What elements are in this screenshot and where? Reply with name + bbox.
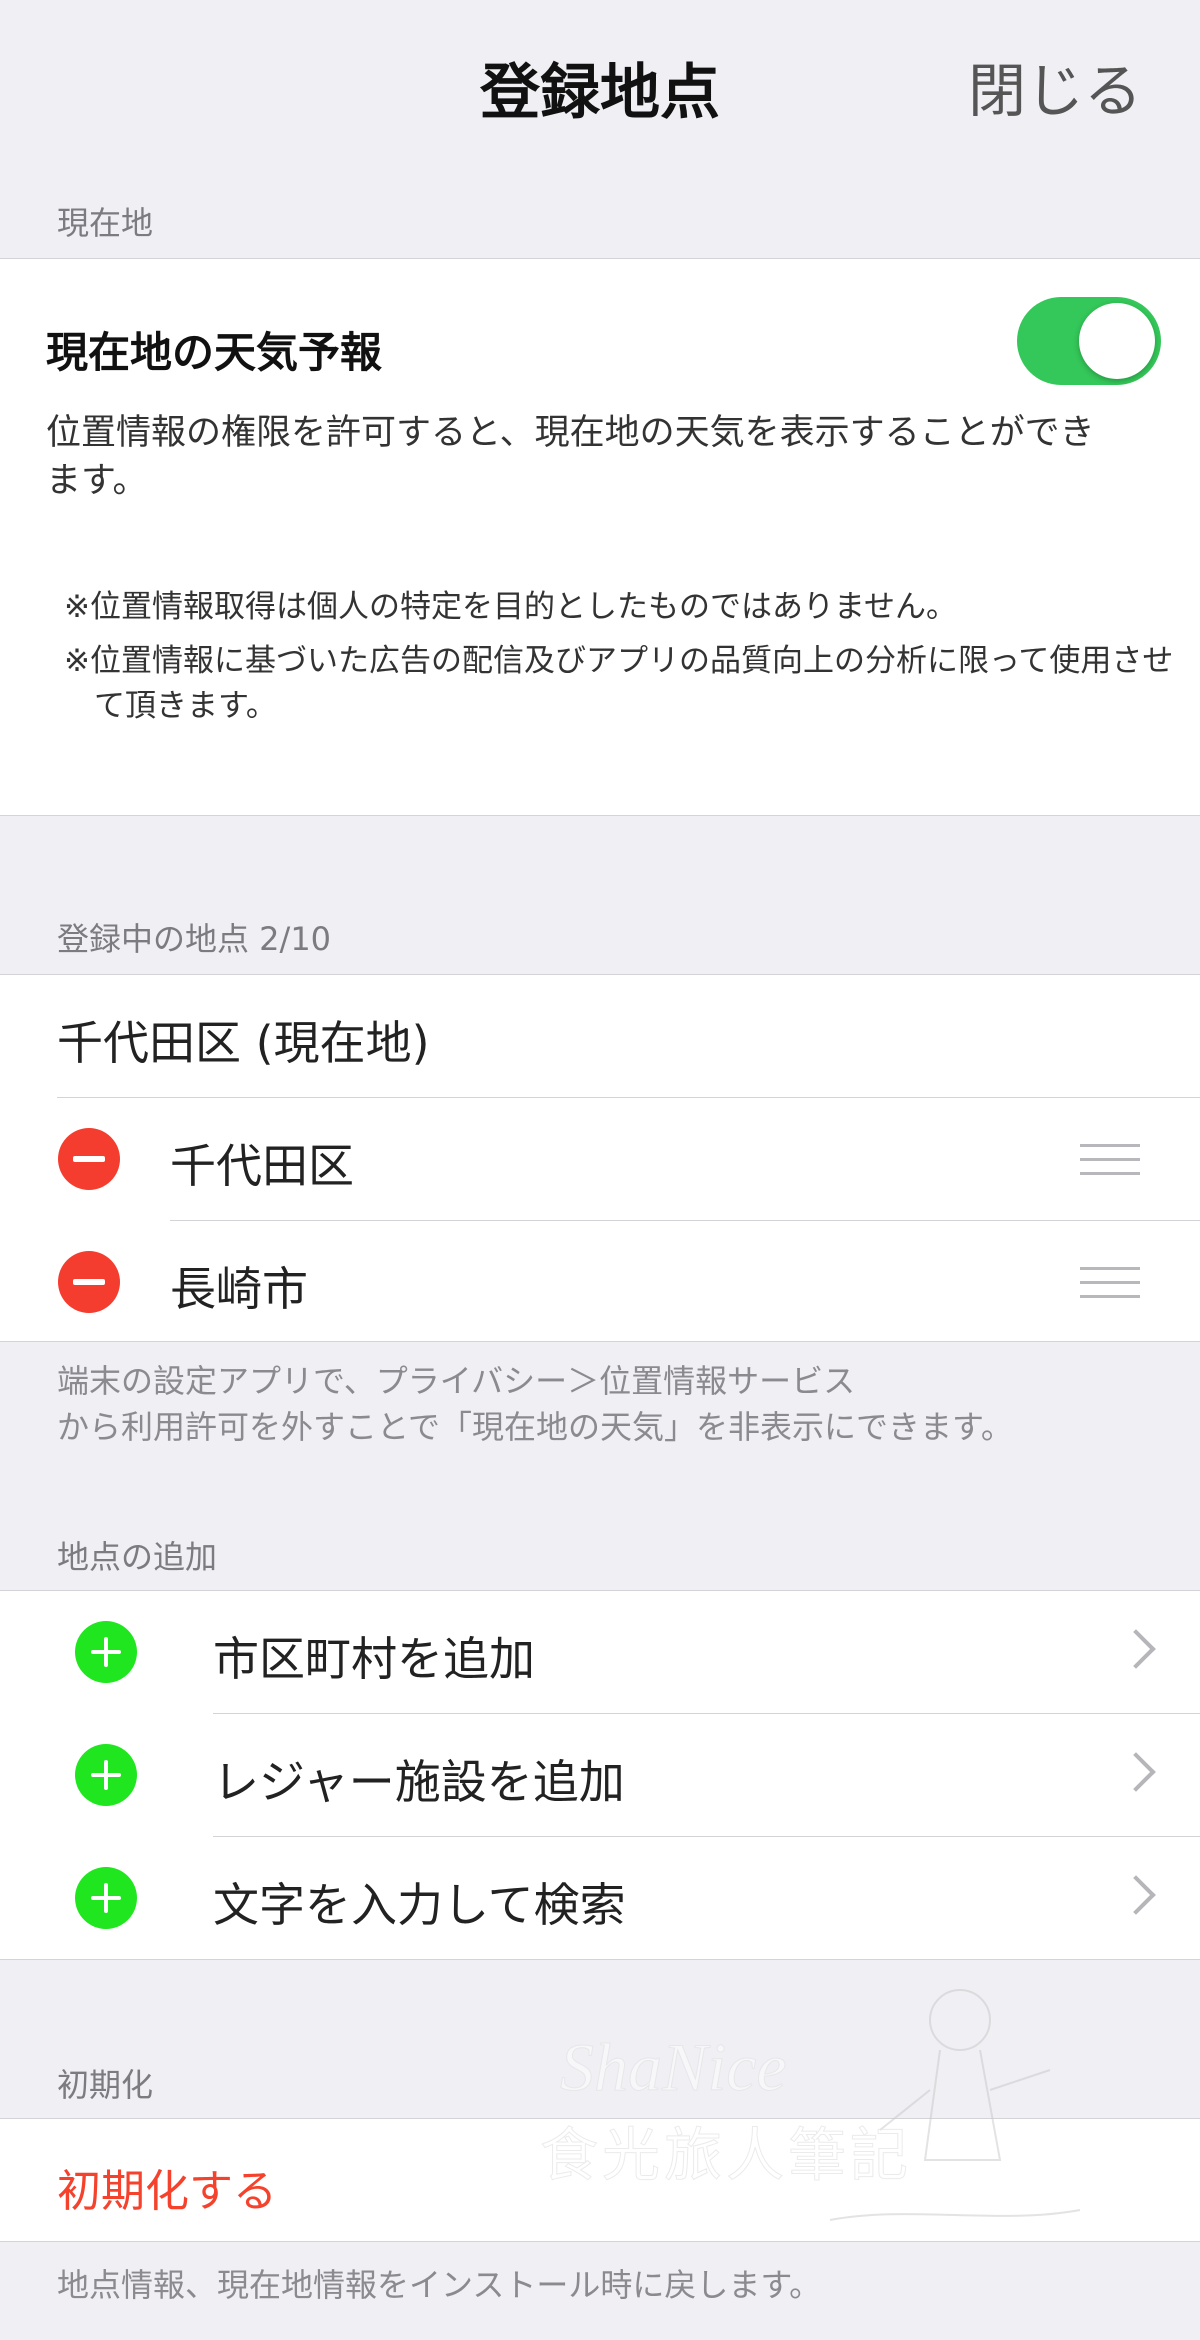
list-item-location[interactable]: 長崎市: [0, 1221, 1200, 1343]
list-item-label: 長崎市: [170, 1262, 308, 1316]
drag-handle-icon[interactable]: [1080, 1144, 1140, 1176]
list-item-label: 千代田区 (現在地): [57, 1016, 430, 1070]
privacy-note-2: ※位置情報に基づいた広告の配信及びアプリの品質向上の分析に限って使用させて頂きま…: [64, 643, 1174, 724]
section-header-reset: 初期化: [57, 2066, 154, 2104]
add-municipality-row[interactable]: 市区町村を追加: [0, 1591, 1200, 1713]
watermark-line1: ShaNice: [560, 2029, 787, 2105]
search-by-text-row[interactable]: 文字を入力して検索: [0, 1837, 1200, 1959]
add-plus-icon: [75, 1744, 137, 1806]
row-label: レジャー施設を追加: [213, 1755, 625, 1809]
section-header-add: 地点の追加: [57, 1538, 218, 1576]
toggle-knob: [1079, 303, 1155, 379]
drag-handle-icon[interactable]: [1080, 1267, 1140, 1299]
list-item-current-location[interactable]: 千代田区 (現在地): [0, 975, 1200, 1097]
current-location-toggle[interactable]: [1017, 297, 1161, 385]
current-location-weather-title: 現在地の天気予報: [46, 328, 383, 377]
chevron-right-icon: [1116, 1629, 1156, 1669]
current-location-group: 現在地の天気予報 位置情報の権限を許可すると、現在地の天気を表示することができま…: [0, 258, 1200, 816]
reset-button[interactable]: 初期化する: [0, 2119, 1200, 2241]
chevron-right-icon: [1116, 1875, 1156, 1915]
row-label: 文字を入力して検索: [213, 1878, 626, 1932]
list-item-label: 千代田区: [170, 1139, 354, 1193]
registered-footer-note: 端末の設定アプリで、プライバシー＞位置情報サービス から利用許可を外すことで「現…: [57, 1362, 1013, 1446]
reset-group: 初期化する: [0, 2118, 1200, 2242]
add-plus-icon: [75, 1621, 137, 1683]
close-button[interactable]: 閉じる: [968, 44, 1142, 128]
reset-button-label: 初期化する: [57, 2166, 277, 2217]
navigation-bar: 登録地点 閉じる: [0, 0, 1200, 170]
row-label: 市区町村を追加: [213, 1632, 535, 1686]
list-item-location[interactable]: 千代田区: [0, 1098, 1200, 1220]
add-plus-icon: [75, 1867, 137, 1929]
current-location-description: 位置情報の権限を許可すると、現在地の天気を表示することができます。: [46, 413, 1095, 501]
add-location-group: 市区町村を追加 レジャー施設を追加 文字を入力して検索: [0, 1590, 1200, 1960]
section-header-current-location: 現在地: [57, 204, 154, 242]
privacy-note-1: ※位置情報取得は個人の特定を目的としたものではありません。: [64, 589, 958, 625]
delete-minus-icon[interactable]: [58, 1128, 120, 1190]
add-leisure-facility-row[interactable]: レジャー施設を追加: [0, 1714, 1200, 1836]
chevron-right-icon: [1116, 1752, 1156, 1792]
section-header-registered: 登録中の地点 2/10: [57, 920, 332, 958]
delete-minus-icon[interactable]: [58, 1251, 120, 1313]
registered-locations-group: 千代田区 (現在地) 千代田区 長崎市: [0, 974, 1200, 1342]
reset-footer-note: 地点情報、現在地情報をインストール時に戻します。: [57, 2266, 822, 2304]
